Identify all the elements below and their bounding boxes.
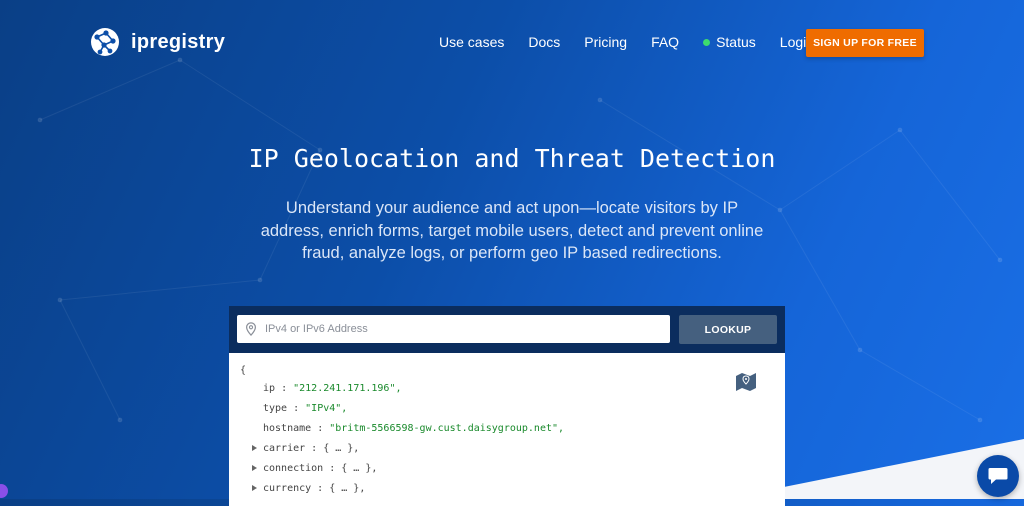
logo-globe-icon xyxy=(91,28,119,56)
json-row-carrier[interactable]: carrier : { … }, xyxy=(252,443,359,454)
signup-button[interactable]: SIGN UP FOR FREE xyxy=(806,29,924,57)
lookup-bar: LOOKUP xyxy=(229,306,785,353)
chat-icon xyxy=(988,468,1008,484)
nav-status-label: Status xyxy=(716,34,756,50)
hero-subtitle: Understand your audience and act upon—lo… xyxy=(260,199,764,262)
json-value: "IPv4", xyxy=(305,403,348,414)
json-row-hostname: hostname : "britm-5566598-gw.cust.daisyg… xyxy=(263,423,564,434)
json-value: "212.241.171.196", xyxy=(293,383,402,394)
json-key: type xyxy=(263,403,288,414)
json-row-currency[interactable]: currency : { … }, xyxy=(252,483,365,494)
status-dot-icon xyxy=(703,38,711,46)
json-row-type: type : "IPv4", xyxy=(263,403,347,414)
nav-docs[interactable]: Docs xyxy=(528,34,560,50)
json-row-ip: ip : "212.241.171.196", xyxy=(263,383,401,394)
json-result: { ip : "212.241.171.196", type : "IPv4",… xyxy=(229,353,785,506)
main-nav: Use cases Docs Pricing FAQ Status Login xyxy=(439,34,838,50)
json-sep: : xyxy=(275,383,294,394)
json-key: hostname xyxy=(263,423,312,434)
nav-pricing[interactable]: Pricing xyxy=(584,34,627,50)
json-sep: : xyxy=(287,403,306,414)
chat-button[interactable] xyxy=(977,455,1019,497)
expand-arrow-icon[interactable] xyxy=(252,485,257,491)
lookup-card: LOOKUP { ip : "212.241.171.196", type : … xyxy=(229,306,785,506)
ip-address-input[interactable] xyxy=(263,322,670,336)
nav-status[interactable]: Status xyxy=(703,34,756,50)
ip-input-wrapper[interactable] xyxy=(237,315,670,343)
location-pin-icon xyxy=(246,322,256,336)
nav-faq[interactable]: FAQ xyxy=(651,34,679,50)
json-key: ip xyxy=(263,383,276,394)
map-icon[interactable] xyxy=(735,371,757,391)
brand-name: ipregistry xyxy=(131,30,226,53)
json-open-brace: { xyxy=(240,365,247,376)
json-sep: : xyxy=(311,423,330,434)
page-title: IP Geolocation and Threat Detection xyxy=(248,144,776,173)
nav-use-cases[interactable]: Use cases xyxy=(439,34,504,50)
expand-arrow-icon[interactable] xyxy=(252,445,257,451)
expand-arrow-icon[interactable] xyxy=(252,465,257,471)
lookup-button[interactable]: LOOKUP xyxy=(679,315,777,344)
json-value: "britm-5566598-gw.cust.daisygroup.net", xyxy=(329,423,565,434)
json-row-connection[interactable]: connection : { … }, xyxy=(252,463,377,474)
brand-logo[interactable]: ipregistry xyxy=(89,26,225,58)
